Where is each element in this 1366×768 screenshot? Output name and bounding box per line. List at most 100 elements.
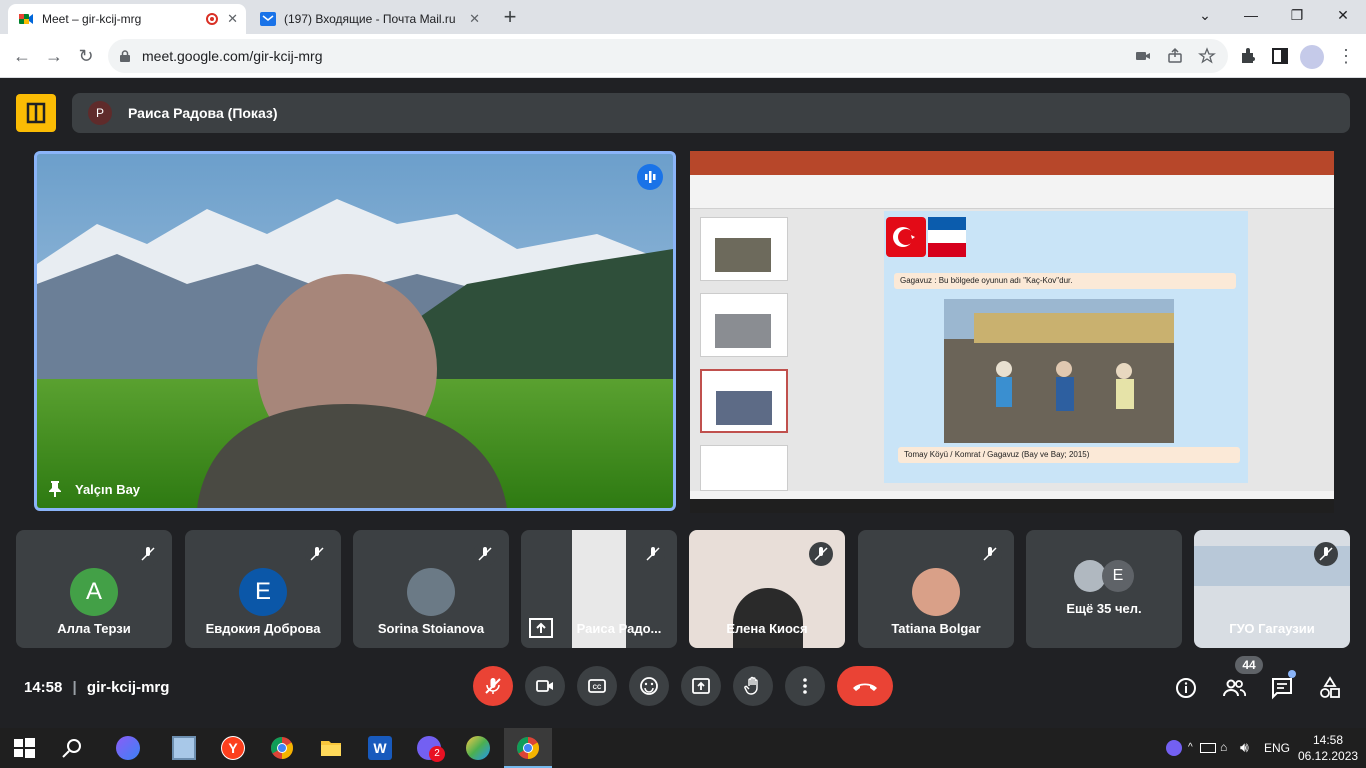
- recording-icon: [206, 13, 218, 25]
- participant-name: Алла Терзи: [57, 621, 131, 636]
- share-icon[interactable]: [1166, 47, 1184, 65]
- calculator-icon[interactable]: [172, 736, 196, 760]
- minimize-icon[interactable]: —: [1228, 0, 1274, 34]
- camera-in-use-icon[interactable]: [1134, 47, 1152, 65]
- main-speaker-video[interactable]: Yalçın Bay: [34, 151, 676, 511]
- people-button[interactable]: [1222, 676, 1246, 700]
- tab-title: (197) Входящие - Почта Mail.ru: [284, 12, 456, 26]
- meeting-details-button[interactable]: [1174, 676, 1198, 700]
- participant-tile[interactable]: E Евдокия Доброва: [185, 530, 341, 648]
- flags-icon: [886, 217, 966, 257]
- restore-icon[interactable]: ❐: [1274, 0, 1320, 34]
- word-icon[interactable]: W: [368, 736, 392, 760]
- ppt-ribbon: [690, 165, 1334, 209]
- mic-toggle-button[interactable]: [473, 666, 513, 706]
- slide-thumbnails: [690, 209, 800, 491]
- tab-mail[interactable]: (197) Входящие - Почта Mail.ru ✕: [250, 4, 488, 34]
- participant-name: Sorina Stoianova: [377, 621, 485, 636]
- presentation-bar[interactable]: Р Раиса Радова (Показ): [72, 93, 1350, 133]
- menu-icon[interactable]: ⋮: [1332, 42, 1360, 70]
- tab-title: Meet – gir-kcij-mrg: [42, 12, 142, 26]
- muted-mic-icon: [305, 542, 329, 566]
- remote-taskbar: [690, 499, 1334, 513]
- back-icon[interactable]: ←: [8, 42, 36, 70]
- omnibox[interactable]: meet.google.com/gir-kcij-mrg: [108, 39, 1228, 73]
- svg-text:Y: Y: [228, 740, 238, 756]
- participant-tile[interactable]: Tatiana Bolgar: [858, 530, 1014, 648]
- system-clock[interactable]: 14:58 06.12.2023: [1298, 732, 1358, 764]
- participant-avatar: [407, 568, 455, 616]
- participant-name: ГУО Гагаузии: [1229, 621, 1315, 636]
- alice-assistant-icon[interactable]: [116, 736, 140, 760]
- more-options-button[interactable]: [785, 666, 825, 706]
- participant-tile[interactable]: Елена Киося: [689, 530, 845, 648]
- present-icon: [692, 678, 710, 694]
- clock-date: 06.12.2023: [1298, 749, 1359, 763]
- chrome-active-taskbar-button[interactable]: [504, 728, 552, 768]
- close-window-icon[interactable]: ✕: [1320, 0, 1366, 34]
- captions-button[interactable]: CC: [577, 666, 617, 706]
- meet-area: Р Раиса Радова (Показ) Yalçın Bay Gagavu…: [0, 78, 1366, 728]
- tab-meet[interactable]: Meet – gir-kcij-mrg ✕: [8, 4, 246, 34]
- meeting-info: 14:58 | gir-kcij-mrg: [24, 679, 169, 696]
- participant-name: Tatiana Bolgar: [891, 621, 981, 636]
- pin-icon[interactable]: [47, 480, 63, 498]
- yandex-browser-icon[interactable]: Y: [221, 736, 245, 760]
- leave-call-button[interactable]: [837, 666, 893, 706]
- presenting-icon: [529, 618, 553, 638]
- participant-tile[interactable]: A Алла Терзи: [16, 530, 172, 648]
- shared-screen[interactable]: Gagavuz : Bu bölgede oyunun adı "Kaç-Kov…: [690, 151, 1334, 513]
- close-tab-icon[interactable]: ✕: [227, 11, 238, 27]
- activities-button[interactable]: [1318, 676, 1342, 700]
- camera-toggle-button[interactable]: [525, 666, 565, 706]
- meeting-logo-icon[interactable]: [16, 94, 56, 132]
- video-frame: [37, 154, 673, 508]
- profile-avatar[interactable]: [1300, 45, 1324, 69]
- search-icon[interactable]: [60, 736, 84, 760]
- battery-icon[interactable]: [1200, 743, 1216, 753]
- paint-icon[interactable]: [466, 736, 490, 760]
- close-tab-icon[interactable]: ✕: [469, 11, 480, 27]
- browser-tab-bar: Meet – gir-kcij-mrg ✕ (197) Входящие - П…: [0, 0, 1366, 34]
- bookmark-star-icon[interactable]: [1198, 47, 1216, 65]
- unread-dot: [1288, 670, 1296, 678]
- windows-start-icon[interactable]: [12, 736, 36, 760]
- tray-chevron-icon[interactable]: ^: [1188, 742, 1193, 753]
- participant-name: Раиса Радо...: [576, 621, 662, 636]
- slide-caption: Gagavuz : Bu bölgede oyunun adı "Kaç-Kov…: [894, 273, 1236, 289]
- tab-search-icon[interactable]: ⌄: [1182, 0, 1228, 34]
- raise-hand-button[interactable]: [733, 666, 773, 706]
- extensions-icon[interactable]: [1238, 46, 1258, 66]
- volume-icon[interactable]: 🔊︎: [1240, 739, 1249, 756]
- side-panel-icon[interactable]: [1270, 46, 1290, 66]
- participant-avatar: E: [1102, 560, 1134, 592]
- forward-icon[interactable]: →: [40, 42, 68, 70]
- network-icon[interactable]: ⌂: [1220, 740, 1236, 756]
- muted-mic-icon: [809, 542, 833, 566]
- chrome-icon: [517, 737, 539, 759]
- viber-badge: 2: [429, 746, 445, 762]
- slide-photo: [944, 299, 1174, 443]
- chrome-icon[interactable]: [270, 736, 294, 760]
- viber-icon[interactable]: 2: [417, 736, 445, 762]
- chat-button[interactable]: [1270, 670, 1296, 700]
- muted-mic-icon: [473, 542, 497, 566]
- participant-tile-overflow[interactable]: E Ещё 35 чел.: [1026, 530, 1182, 648]
- speaking-indicator-icon: [637, 164, 663, 190]
- reactions-button[interactable]: [629, 666, 669, 706]
- new-tab-button[interactable]: +: [496, 4, 524, 32]
- viber-tray-icon[interactable]: [1166, 740, 1182, 756]
- reload-icon[interactable]: ↻: [72, 42, 100, 70]
- language-indicator[interactable]: ENG: [1264, 741, 1290, 755]
- chat-icon: [1272, 678, 1292, 700]
- url-text: meet.google.com/gir-kcij-mrg: [142, 48, 323, 64]
- participant-tile[interactable]: ГУО Гагаузии: [1194, 530, 1350, 648]
- file-explorer-icon[interactable]: [319, 736, 343, 760]
- windows-taskbar: Y W 2 ^ ⌂ 🔊︎ ENG 14:58 06.12.2023: [0, 728, 1366, 768]
- present-screen-button[interactable]: [681, 666, 721, 706]
- meet-favicon-icon: [19, 14, 33, 24]
- participant-tile[interactable]: Sorina Stoianova: [353, 530, 509, 648]
- hang-up-icon: [853, 683, 877, 691]
- captions-icon: CC: [588, 679, 606, 693]
- participant-tile[interactable]: Раиса Радо...: [521, 530, 677, 648]
